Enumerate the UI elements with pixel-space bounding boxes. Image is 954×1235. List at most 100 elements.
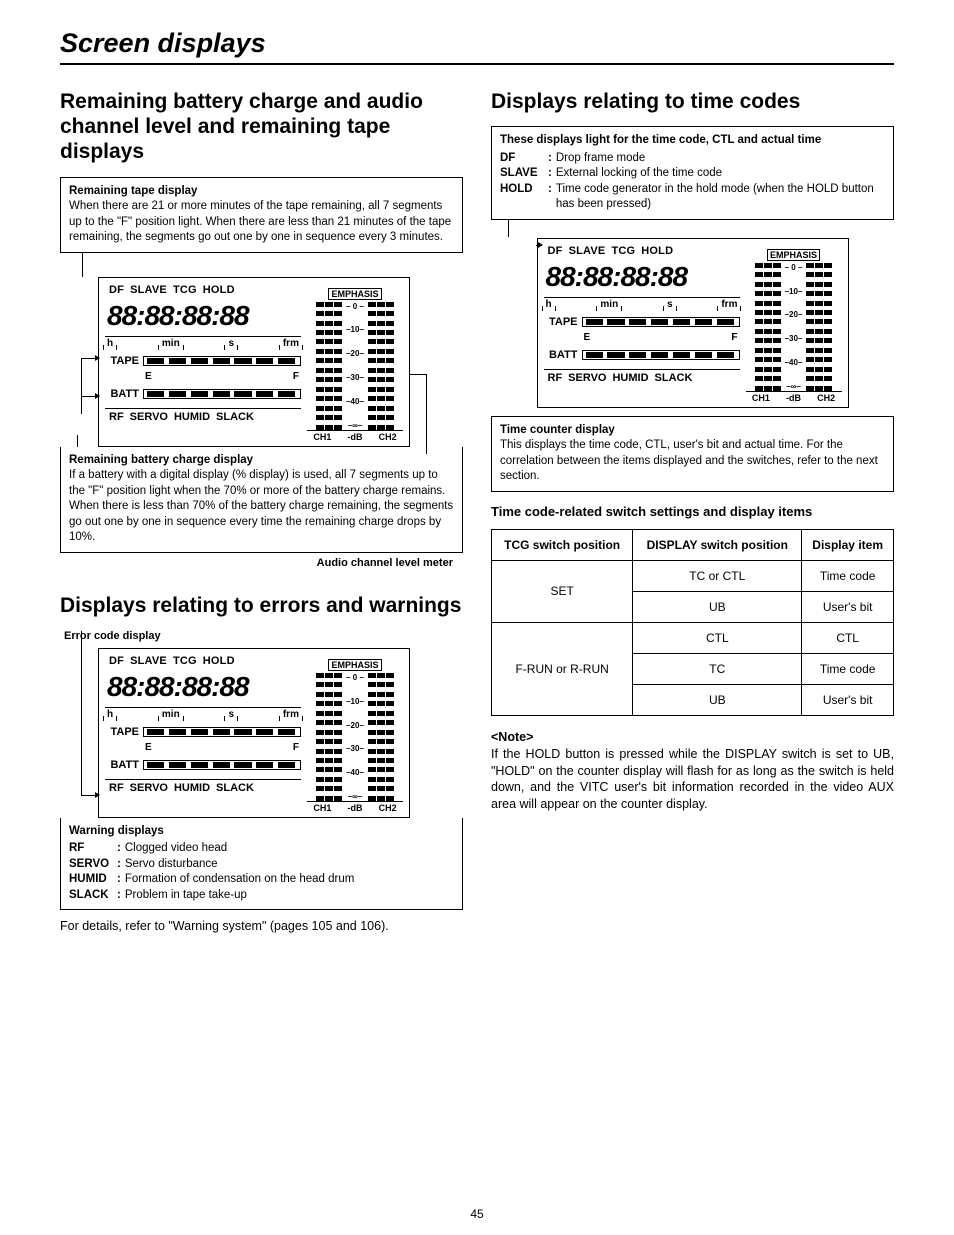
batt-info-box: Remaining battery charge display If a ba… (60, 447, 463, 553)
label-e: E (145, 742, 152, 753)
tape-label: TAPE (105, 355, 139, 367)
label-f: F (293, 742, 299, 753)
counter-box-body: This displays the time code, CTL, user's… (500, 439, 878, 482)
leader-line (426, 374, 427, 454)
arrow-icon (95, 393, 100, 399)
batt-box-title: Remaining battery charge display (69, 454, 253, 466)
audio-meter-caption: Audio channel level meter (60, 557, 463, 569)
timecode-digits: 88:88:88:88 (105, 300, 301, 332)
note-label: <Note> (491, 730, 894, 744)
unit-h: h (546, 299, 552, 310)
def-rf: RF (69, 841, 117, 857)
unit-s: s (667, 299, 673, 310)
label-e: E (584, 332, 591, 343)
tape-label: TAPE (544, 316, 578, 328)
page-title: Screen displays (60, 28, 894, 59)
cell-disp-ctl: CTL (633, 622, 802, 653)
cell-disp-ub2: UB (633, 684, 802, 715)
channel-row: CH1 -dB CH2 (307, 430, 403, 442)
unit-h: h (107, 338, 113, 349)
label-db: -dB (340, 432, 371, 442)
scale-40: –40– (346, 768, 364, 777)
display-panel-1: DF SLAVE TCG HOLD 88:88:88:88 h min s fr… (98, 277, 410, 447)
unit-row: h min s frm (105, 707, 301, 720)
tape-label: TAPE (105, 726, 139, 738)
page-number: 45 (0, 1207, 954, 1221)
batt-label: BATT (105, 759, 139, 771)
tape-segbar (143, 356, 301, 366)
cell-disp-tc: TC (633, 653, 802, 684)
def-df: DF (500, 151, 548, 167)
label-servo: SERVO (568, 372, 606, 384)
th-item: Display item (802, 529, 894, 560)
label-humid: HUMID (174, 782, 210, 794)
unit-min: min (162, 709, 180, 720)
def-servo: SERVO (69, 857, 117, 873)
details-text: For details, refer to "Warning system" (… (60, 918, 463, 935)
th-display: DISPLAY switch position (633, 529, 802, 560)
scale-30: –30– (785, 334, 803, 343)
channel-row: CH1 -dB CH2 (746, 391, 842, 403)
switch-table: TCG switch position DISPLAY switch posit… (491, 529, 894, 716)
label-tcg: TCG (173, 655, 197, 667)
label-slave: SLAVE (130, 284, 167, 296)
display-panel-2: DF SLAVE TCG HOLD 88:88:88:88 h min s fr… (98, 648, 410, 818)
counter-box-title: Time counter display (500, 424, 615, 436)
label-df: DF (548, 245, 563, 257)
arrow-icon (95, 355, 100, 361)
left-column: Remaining battery charge and audio chann… (60, 89, 463, 935)
leader-line (81, 358, 82, 414)
arrow-icon (538, 242, 543, 248)
unit-frm: frm (721, 299, 737, 310)
tape-segbar (143, 727, 301, 737)
right-column: Displays relating to time codes These di… (491, 89, 894, 935)
warn-box-title: Warning displays (69, 825, 164, 837)
label-tcg: TCG (611, 245, 635, 257)
def-slack-desc: Problem in tape take-up (125, 888, 454, 904)
label-servo: SERVO (130, 782, 168, 794)
label-ch2: CH2 (811, 393, 842, 403)
meter-scale: – 0 – –10– –20– –30– –40– –∞– (344, 302, 366, 430)
leader-line (77, 435, 78, 447)
leader-line (81, 631, 82, 795)
unit-row: h min s frm (105, 336, 301, 349)
batt-label: BATT (544, 349, 578, 361)
panel-top-labels: DF SLAVE TCG HOLD (544, 245, 740, 257)
display-panel-3: DF SLAVE TCG HOLD 88:88:88:88 h min s fr… (537, 238, 849, 408)
cell-item-tc2: Time code (802, 653, 894, 684)
timecode-digits: 88:88:88:88 (105, 671, 301, 703)
label-hold: HOLD (203, 655, 235, 667)
unit-h: h (107, 709, 113, 720)
warning-info-box: Warning displays RF:Clogged video head S… (60, 818, 463, 911)
def-slave: SLAVE (500, 166, 548, 182)
def-slack: SLACK (69, 888, 117, 904)
label-humid: HUMID (174, 411, 210, 423)
tape-box-title: Remaining tape display (69, 185, 197, 197)
def-servo-desc: Servo disturbance (125, 857, 454, 873)
label-hold: HOLD (641, 245, 673, 257)
label-rf: RF (109, 411, 124, 423)
timecode-digits: 88:88:88:88 (544, 261, 740, 293)
title-rule (60, 63, 894, 65)
scale-10: –10– (785, 287, 803, 296)
label-humid: HUMID (612, 372, 648, 384)
scale-30: –30– (346, 744, 364, 753)
audio-meter: EMPHASIS – 0 – –10– –20– –30– –40– –∞– (307, 655, 403, 813)
leader-line (409, 374, 427, 375)
tc-intro: These displays light for the time code, … (500, 134, 821, 146)
panel-top-labels: DF SLAVE TCG HOLD (105, 655, 301, 667)
label-rf: RF (109, 782, 124, 794)
label-slave: SLAVE (569, 245, 606, 257)
heading-errors: Displays relating to errors and warnings (60, 593, 463, 618)
panel-bottom-labels: RF SERVO HUMID SLACK (544, 369, 740, 384)
unit-row: h min s frm (544, 297, 740, 310)
scale-20: –20– (785, 310, 803, 319)
note-body: If the HOLD button is pressed while the … (491, 746, 894, 814)
label-rf: RF (548, 372, 563, 384)
timecode-info-box: These displays light for the time code, … (491, 126, 894, 220)
unit-frm: frm (283, 709, 299, 720)
label-db: -dB (778, 393, 809, 403)
scale-20: –20– (346, 349, 364, 358)
scale-0: – 0 – (346, 673, 364, 682)
scale-0: – 0 – (785, 263, 803, 272)
